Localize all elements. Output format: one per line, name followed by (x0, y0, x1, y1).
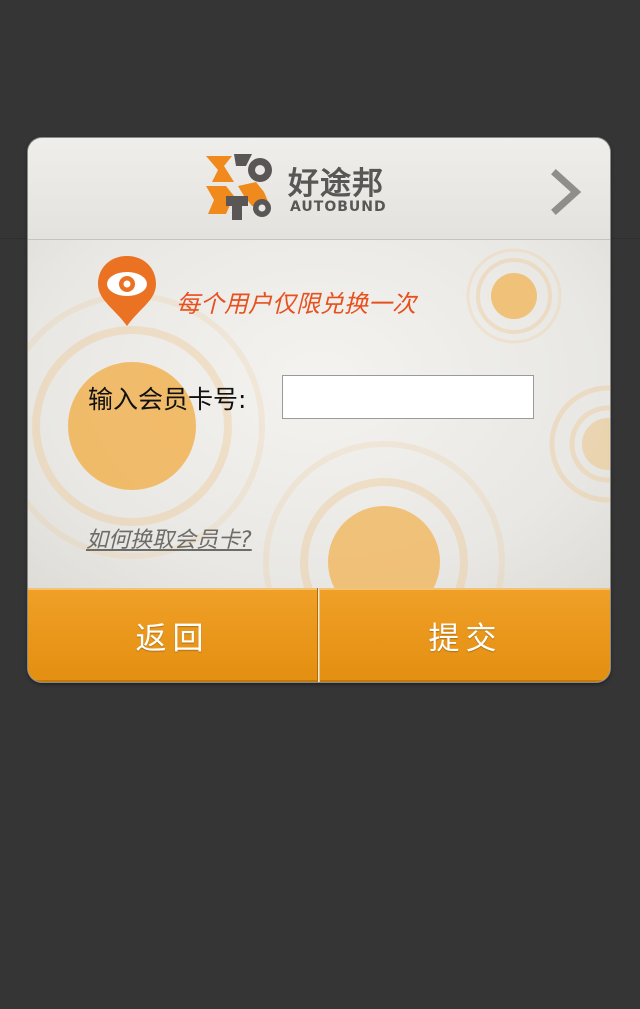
redeem-dialog: 好途邦 AUTOBUND 每个用户仅限兑换一次 输入会员卡号: 如何换取会员卡?… (28, 138, 610, 682)
redeem-limit-notice: 每个用户仅限兑换一次 (176, 290, 416, 318)
brand-name-cn: 好途邦 (288, 166, 384, 202)
submit-button[interactable]: 提交 (319, 588, 610, 682)
submit-button-label: 提交 (428, 620, 503, 657)
eye-pin-icon (98, 256, 156, 326)
card-number-label: 输入会员卡号: (88, 385, 247, 414)
back-button-label: 返回 (135, 620, 210, 657)
autobund-logo-icon (206, 154, 272, 220)
dialog-body: 每个用户仅限兑换一次 输入会员卡号: 如何换取会员卡? (28, 240, 610, 588)
how-to-get-card-link[interactable]: 如何换取会员卡? (86, 522, 252, 554)
brand-name-en: AUTOBUND (290, 199, 387, 215)
chevron-right-icon[interactable] (548, 168, 584, 216)
card-number-input[interactable] (282, 375, 534, 419)
dialog-header: 好途邦 AUTOBUND (28, 138, 610, 240)
back-button[interactable]: 返回 (28, 588, 318, 682)
